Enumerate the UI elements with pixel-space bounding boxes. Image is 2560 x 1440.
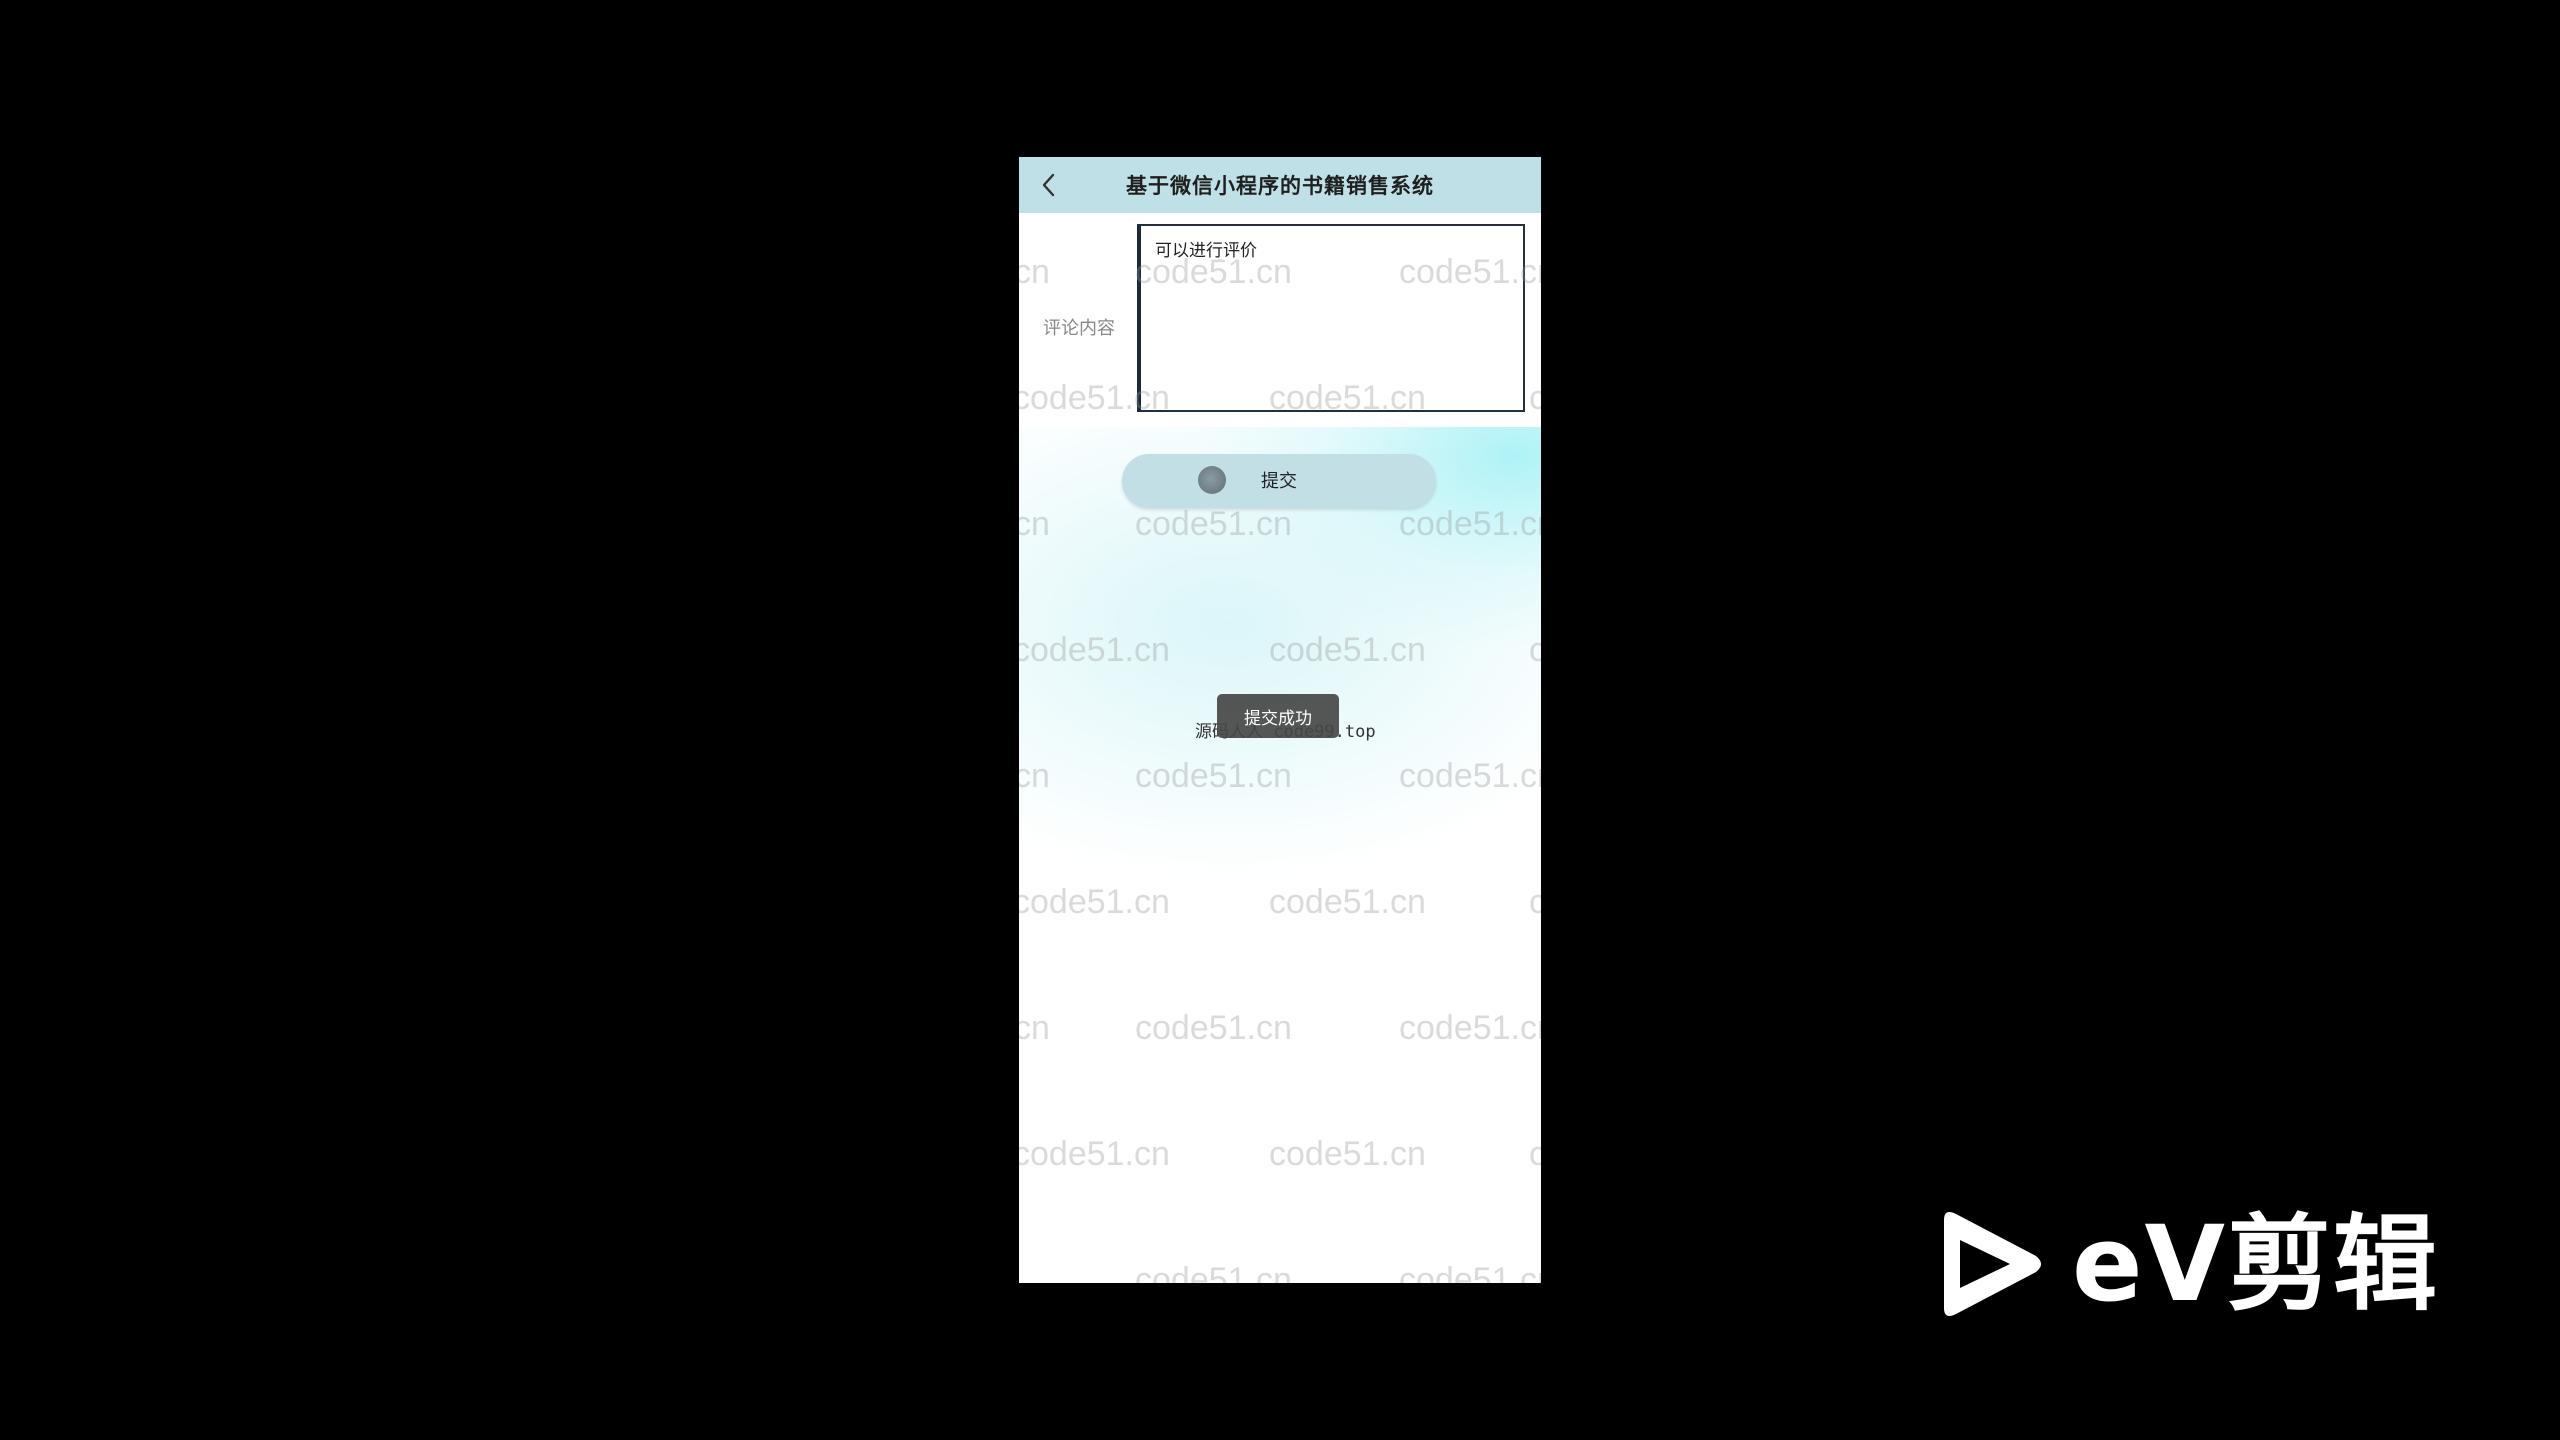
watermark: code51.cn bbox=[1399, 1009, 1541, 1047]
back-button[interactable] bbox=[1033, 169, 1065, 201]
ev-editor-logo: eV剪辑 bbox=[1932, 1206, 2437, 1322]
watermark: code51.cn bbox=[1529, 1135, 1541, 1173]
ev-editor-logo-text: eV剪辑 bbox=[2072, 1203, 2440, 1325]
comment-form-row: 评论内容 可以进行评价 bbox=[1019, 224, 1541, 420]
watermark: code51.cn bbox=[1019, 1135, 1170, 1173]
submit-button-label: 提交 bbox=[1261, 471, 1297, 492]
play-triangle-icon bbox=[1944, 1212, 2041, 1316]
toast-message: 提交成功 bbox=[1244, 708, 1312, 729]
phone-screen: 基于微信小程序的书籍销售系统 评论内容 可以进行评价 提交 源码人人 code9… bbox=[1019, 157, 1541, 1283]
submit-button[interactable]: 提交 bbox=[1122, 454, 1436, 508]
comment-textarea[interactable]: 可以进行评价 bbox=[1137, 224, 1525, 412]
watermark: code51.cn bbox=[1019, 1009, 1050, 1047]
comment-label: 评论内容 bbox=[1043, 318, 1115, 339]
screen: 基于微信小程序的书籍销售系统 评论内容 可以进行评价 提交 源码人人 code9… bbox=[0, 0, 2560, 1440]
watermark: code51.cn bbox=[1135, 1009, 1292, 1047]
chevron-left-icon bbox=[1042, 173, 1055, 197]
watermark: code51.cn bbox=[1399, 1261, 1541, 1283]
navigation-bar: 基于微信小程序的书籍销售系统 bbox=[1019, 157, 1541, 213]
page-title: 基于微信小程序的书籍销售系统 bbox=[1126, 174, 1434, 198]
watermark: code51.cn bbox=[1269, 1135, 1426, 1173]
watermark: code51.cn bbox=[1135, 1261, 1292, 1283]
success-toast: 提交成功 bbox=[1217, 694, 1339, 738]
